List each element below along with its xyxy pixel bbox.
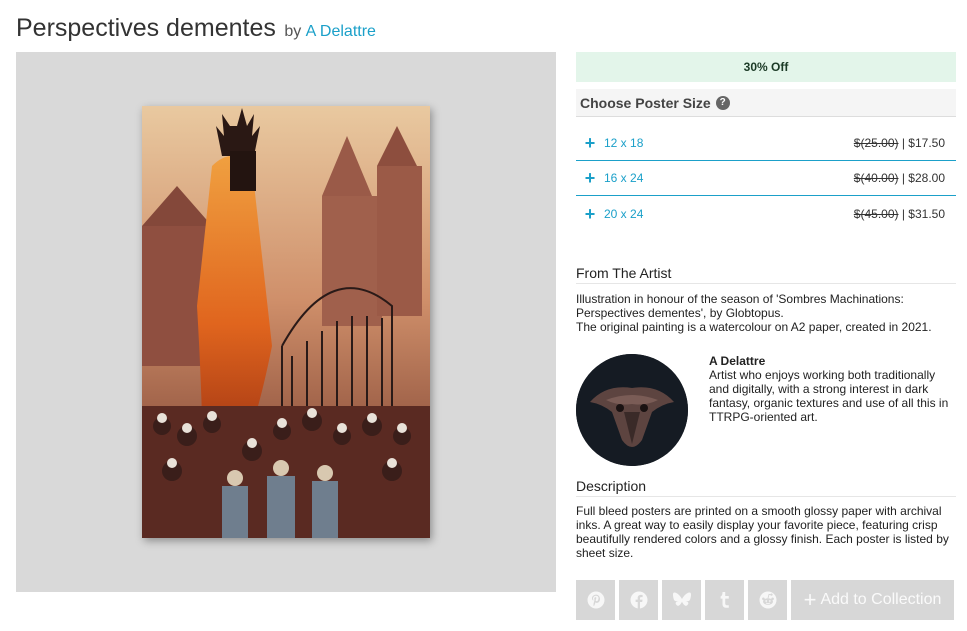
tumblr-button[interactable] [705, 580, 744, 620]
pinterest-icon [587, 591, 604, 609]
by-label: by [284, 23, 302, 40]
size-label: 12 x 18 [604, 136, 644, 150]
size-price: $(25.00) | $17.50 [854, 136, 956, 150]
sale-price: $31.50 [908, 206, 945, 221]
artist-link[interactable]: A Delattre [306, 23, 376, 40]
from-artist-line2: The original painting is a watercolour o… [576, 320, 932, 334]
size-option-20x24[interactable]: + 20 x 24 $(45.00) | $31.50 [576, 196, 956, 231]
discount-banner: 30% Off [576, 52, 956, 82]
artist-name[interactable]: A Delattre [709, 354, 765, 368]
description-heading: Description [576, 478, 956, 497]
title-row: Perspectives dementes by A Delattre [16, 14, 376, 43]
poster-size-header: Choose Poster Size ? [576, 89, 956, 117]
reddit-icon [759, 591, 776, 609]
avatar-illustration [576, 354, 688, 466]
poster-size-list: + 12 x 18 $(25.00) | $17.50 + 16 x 24 $(… [576, 126, 956, 231]
poster-artwork[interactable] [142, 106, 430, 538]
size-option-16x24[interactable]: + 16 x 24 $(40.00) | $28.00 [576, 161, 956, 196]
purchase-panel: 30% Off Choose Poster Size ? + 12 x 18 $… [576, 52, 956, 231]
old-price: $(45.00) [853, 206, 899, 221]
size-option-12x18[interactable]: + 12 x 18 $(25.00) | $17.50 [576, 126, 956, 161]
sale-price: $28.00 [908, 171, 945, 185]
pinterest-button[interactable] [576, 580, 615, 620]
poster-preview [16, 52, 556, 592]
avatar[interactable] [576, 354, 688, 466]
facebook-button[interactable] [619, 580, 658, 620]
bluesky-icon [672, 592, 691, 606]
size-price: $(40.00) | $28.00 [854, 171, 956, 185]
artist-bio: Artist who enjoys working both tradition… [709, 368, 949, 424]
size-label: 16 x 24 [604, 171, 644, 185]
size-label: 20 x 24 [604, 206, 644, 221]
share-row: + Add to Collection [576, 580, 954, 620]
reddit-button[interactable] [748, 580, 787, 620]
add-to-collection-button[interactable]: + Add to Collection [791, 580, 954, 620]
plus-icon: + [584, 203, 596, 224]
size-price: $(45.00) | $31.50 [854, 207, 956, 221]
add-to-collection-label: Add to Collection [820, 591, 942, 608]
description-text: Full bleed posters are printed on a smoo… [576, 504, 949, 560]
artwork-illustration [142, 106, 430, 538]
old-price: $(40.00) [853, 171, 899, 185]
plus-icon: + [584, 133, 596, 153]
from-artist-heading: From The Artist [576, 265, 956, 284]
price-separator: | [898, 206, 909, 221]
bluesky-button[interactable] [662, 580, 701, 620]
from-artist-text: Illustration in honour of the season of … [576, 292, 956, 334]
plus-icon: + [584, 168, 596, 188]
help-icon[interactable]: ? [715, 95, 730, 110]
page-title: Perspectives dementes [16, 14, 276, 42]
price-separator: | [898, 136, 909, 150]
sale-price: $17.50 [908, 136, 945, 150]
plus-icon: + [803, 587, 817, 612]
facebook-icon [630, 591, 647, 609]
old-price: $(25.00) [853, 136, 899, 150]
poster-size-heading: Choose Poster Size [580, 94, 711, 111]
tumblr-icon [720, 592, 729, 608]
price-separator: | [898, 171, 909, 185]
from-artist-line1: Illustration in honour of the season of … [576, 292, 904, 320]
